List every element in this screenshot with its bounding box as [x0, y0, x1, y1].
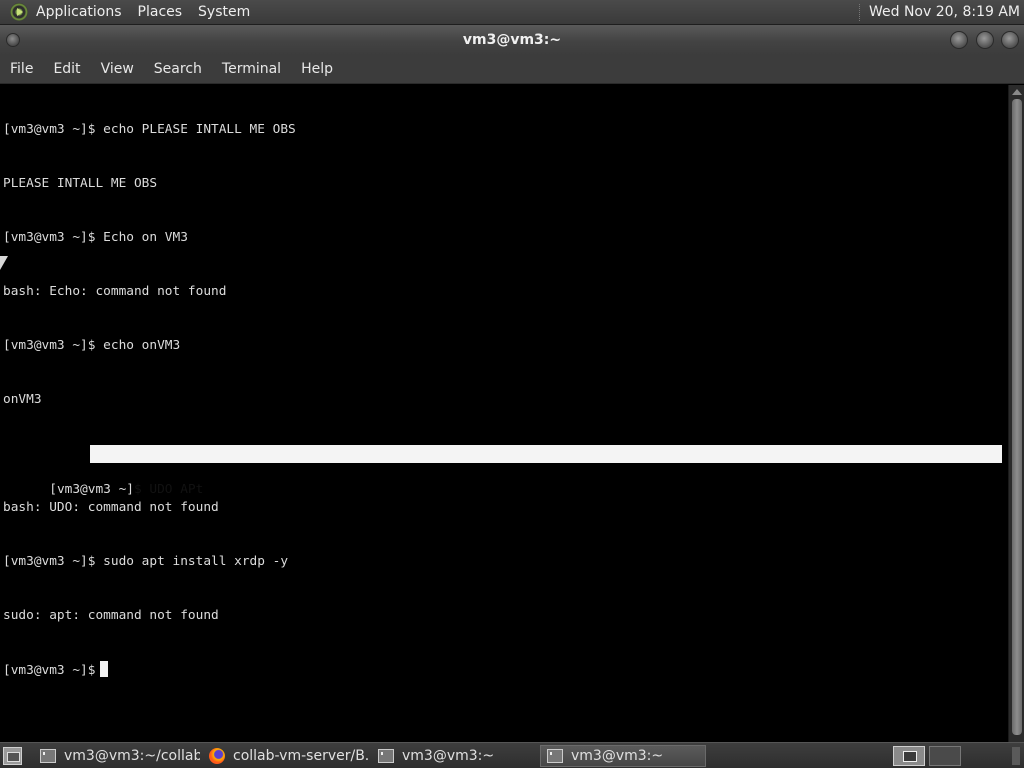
taskbar-end-handle	[1012, 747, 1020, 765]
maximize-button[interactable]	[976, 31, 994, 49]
panel-clock[interactable]: Wed Nov 20, 8:19 AM	[869, 4, 1024, 20]
menu-help[interactable]: Help	[291, 55, 343, 84]
terminal-prompt-line: [vm3@vm3 ~]$	[3, 661, 296, 679]
terminal-line: [vm3@vm3 ~]$ echo onVM3	[3, 338, 181, 353]
menu-search[interactable]: Search	[144, 55, 212, 84]
menu-file[interactable]: File	[0, 55, 43, 84]
terminal-line: [vm3@vm3 ~]$ Echo on VM3	[3, 230, 188, 245]
task-label: vm3@vm3:~	[402, 748, 495, 764]
panel-separator	[858, 3, 861, 21]
menu-edit[interactable]: Edit	[43, 55, 90, 84]
task-label: vm3@vm3:~/collab...	[64, 748, 200, 764]
firefox-icon	[209, 748, 225, 764]
scrollbar-thumb[interactable]	[1012, 99, 1022, 735]
task-label: vm3@vm3:~	[571, 748, 664, 764]
workspace-2[interactable]	[929, 746, 961, 766]
places-menu[interactable]: Places	[130, 0, 191, 25]
show-desktop-icon[interactable]	[3, 747, 22, 765]
taskbar-window-button[interactable]: vm3@vm3:~/collab...	[34, 745, 200, 767]
terminal-icon	[378, 749, 394, 763]
minimize-button[interactable]	[950, 31, 968, 49]
terminal-icon	[547, 749, 563, 763]
bottom-taskbar: vm3@vm3:~/collab... collab-vm-server/B..…	[0, 742, 1024, 768]
text-selection-highlight	[90, 445, 1002, 463]
selected-terminal-line: [vm3@vm3 ~]$ UDO APt	[3, 445, 1002, 497]
selected-line-text: $ UDO APt	[133, 482, 204, 497]
taskbar-window-button-active[interactable]: vm3@vm3:~	[540, 745, 706, 767]
terminal-menubar: File Edit View Search Terminal Help	[0, 55, 1024, 84]
taskbar-window-button[interactable]: vm3@vm3:~	[372, 745, 538, 767]
workspace-1[interactable]	[893, 746, 925, 766]
top-panel: Applications Places System Wed Nov 20, 8…	[0, 0, 1024, 25]
window-title: vm3@vm3:~	[462, 32, 562, 48]
selected-line-prompt: [vm3@vm3 ~]	[49, 482, 134, 497]
terminal-text: [vm3@vm3 ~]$ echo PLEASE INTALL ME OBS P…	[3, 85, 1002, 715]
terminal-output[interactable]: [vm3@vm3 ~]$ echo PLEASE INTALL ME OBS P…	[0, 85, 1008, 742]
text-cursor	[100, 661, 109, 677]
applications-menu[interactable]: Applications	[28, 0, 130, 25]
terminal-line: bash: Echo: command not found	[3, 284, 227, 299]
terminal-line: [vm3@vm3 ~]$ echo PLEASE INTALL ME OBS	[3, 122, 296, 137]
terminal-line: [vm3@vm3 ~]$ sudo apt install xrdp -y	[3, 554, 289, 569]
menu-view[interactable]: View	[91, 55, 144, 84]
terminal-line: PLEASE INTALL ME OBS	[3, 176, 158, 191]
terminal-scrollbar[interactable]	[1008, 85, 1024, 742]
terminal-icon	[40, 749, 56, 763]
system-menu[interactable]: System	[190, 0, 258, 25]
gnome-foot-icon[interactable]	[10, 3, 28, 21]
close-button[interactable]	[1001, 31, 1019, 49]
current-prompt: [vm3@vm3 ~]$	[3, 663, 96, 678]
window-titlebar[interactable]: vm3@vm3:~	[0, 25, 1024, 55]
scroll-up-arrow-icon[interactable]	[1012, 89, 1022, 95]
mouse-pointer-icon	[0, 256, 8, 270]
terminal-line: sudo: apt: command not found	[3, 608, 219, 623]
task-label: collab-vm-server/B...	[233, 748, 369, 764]
terminal-line: onVM3	[3, 392, 42, 407]
menu-terminal[interactable]: Terminal	[212, 55, 291, 84]
panel-menu: Applications Places System	[28, 0, 258, 24]
taskbar-window-button[interactable]: collab-vm-server/B...	[203, 745, 369, 767]
terminal-line: bash: UDO: command not found	[3, 500, 219, 515]
